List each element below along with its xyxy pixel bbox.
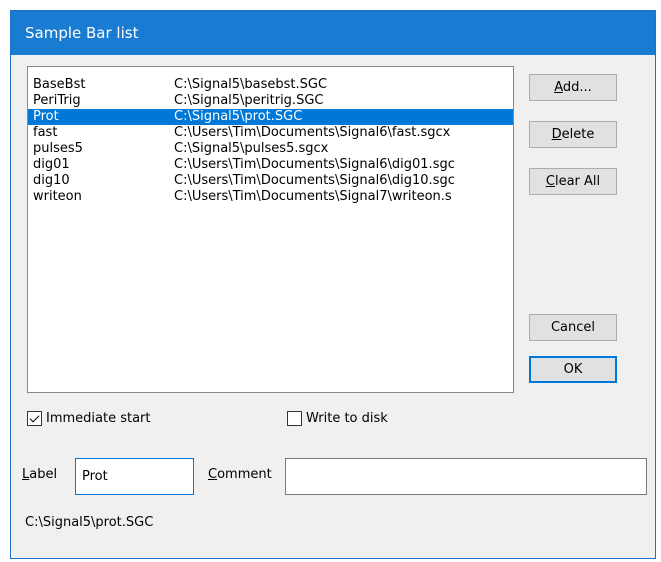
comment-field-label-accel: C: [208, 467, 218, 482]
comment-input[interactable]: [285, 458, 647, 495]
list-item-name: dig01: [33, 157, 70, 172]
immediate-start-checkbox-box[interactable]: [27, 411, 42, 426]
sample-bar-listbox[interactable]: BaseBst C:\Signal5\basebst.SGC PeriTrig C:\…: [27, 66, 514, 393]
list-item-path: C:\Users\Tim\Documents\Signal6\fast.sgcx: [174, 125, 451, 140]
list-item[interactable]: PeriTrig C:\Signal5\peritrig.SGC: [28, 93, 513, 109]
cancel-button[interactable]: Cancel: [529, 314, 617, 341]
add-button[interactable]: Add...: [529, 74, 617, 101]
write-to-disk-checkbox[interactable]: Write to disk: [287, 411, 388, 426]
write-to-disk-checkbox-box[interactable]: [287, 411, 302, 426]
list-item-path: C:\Signal5\prot.SGC: [174, 109, 303, 124]
window-title: Sample Bar list: [25, 24, 139, 42]
label-input-value: Prot: [82, 469, 108, 484]
list-item[interactable]: Prot C:\Signal5\prot.SGC: [28, 109, 513, 125]
delete-button-label-accel: D: [551, 127, 562, 142]
label-input[interactable]: Prot: [75, 458, 194, 495]
cancel-button-label: Cancel: [550, 320, 596, 335]
sample-bar-list-dialog: Sample Bar list BaseBst C:\Signal5\basebs…: [10, 10, 656, 559]
list-item-name: Prot: [33, 109, 59, 124]
list-item[interactable]: pulses5 C:\Signal5\pulses5.sgcx: [28, 141, 513, 157]
list-item-name: writeon: [33, 189, 82, 204]
list-item[interactable]: dig10 C:\Users\Tim\Documents\Signal6\dig1…: [28, 173, 513, 189]
add-button-label-post: dd...: [562, 80, 592, 95]
delete-button[interactable]: Delete: [529, 121, 617, 148]
list-item[interactable]: writeon C:\Users\Tim\Documents\Signal7\wr…: [28, 189, 513, 205]
label-field-label: Label: [22, 467, 57, 482]
list-item-name: pulses5: [33, 141, 83, 156]
list-item-path: C:\Users\Tim\Documents\Signal6\dig01.sgc: [174, 157, 455, 172]
write-to-disk-label: Write to disk: [306, 411, 388, 426]
list-item[interactable]: fast C:\Users\Tim\Documents\Signal6\fast.…: [28, 125, 513, 141]
list-item-name: dig10: [33, 173, 70, 188]
immediate-start-checkbox[interactable]: Immediate start: [27, 411, 151, 426]
delete-button-label-post: elete: [561, 127, 595, 142]
list-item-path: C:\Signal5\peritrig.SGC: [174, 93, 324, 108]
clear-all-button[interactable]: Clear All: [529, 168, 617, 195]
comment-field-label: Comment: [208, 467, 272, 482]
selected-file-path: C:\Signal5\prot.SGC: [25, 515, 153, 530]
list-item-path: C:\Signal5\basebst.SGC: [174, 77, 328, 92]
add-button-label-accel: A: [554, 80, 563, 95]
list-item[interactable]: BaseBst C:\Signal5\basebst.SGC: [28, 77, 513, 93]
list-item[interactable]: dig01 C:\Users\Tim\Documents\Signal6\dig0…: [28, 157, 513, 173]
clear-all-button-label-post: lear All: [554, 174, 601, 189]
list-item-path: C:\Users\Tim\Documents\Signal7\writeon.s: [174, 189, 452, 204]
title-bar: Sample Bar list: [11, 11, 655, 55]
list-item-path: C:\Users\Tim\Documents\Signal6\dig10.sgc: [174, 173, 455, 188]
clear-all-button-label-accel: C: [545, 174, 555, 189]
ok-button[interactable]: OK: [529, 356, 617, 383]
list-item-name: PeriTrig: [33, 93, 81, 108]
ok-button-label: OK: [563, 362, 583, 377]
label-field-label-post: abel: [29, 467, 58, 482]
selected-file-path-text: C:\Signal5\prot.SGC: [25, 515, 154, 530]
immediate-start-label: Immediate start: [46, 411, 151, 426]
list-item-path: C:\Signal5\pulses5.sgcx: [174, 141, 329, 156]
list-item-name: BaseBst: [33, 77, 86, 92]
comment-field-label-post: omment: [217, 467, 272, 482]
list-item-name: fast: [33, 125, 58, 140]
